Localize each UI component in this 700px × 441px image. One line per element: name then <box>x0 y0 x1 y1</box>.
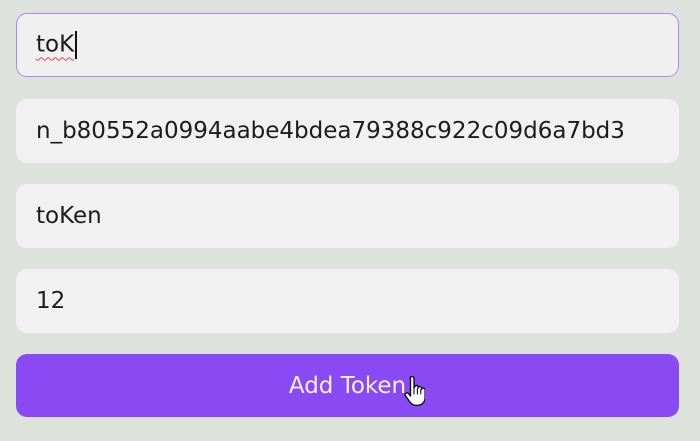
token-symbol-value: toKen <box>36 203 102 229</box>
token-decimals-input[interactable]: 12 <box>16 269 679 333</box>
hand-pointer-icon <box>404 376 425 406</box>
add-token-button[interactable]: Add Token <box>16 354 679 417</box>
token-name-value: toK <box>36 31 75 58</box>
token-decimals-value: 12 <box>36 288 66 314</box>
token-address-value: n_b80552a0994aabe4bdea79388c922c09d6a7bd… <box>36 118 625 144</box>
add-token-form: toK n_b80552a0994aabe4bdea79388c922c09d6… <box>0 0 700 441</box>
token-name-input[interactable]: toK <box>16 13 679 77</box>
token-address-input[interactable]: n_b80552a0994aabe4bdea79388c922c09d6a7bd… <box>16 99 679 163</box>
add-token-button-label: Add Token <box>288 372 407 399</box>
text-caret <box>75 31 77 59</box>
token-symbol-input[interactable]: toKen <box>16 184 679 248</box>
